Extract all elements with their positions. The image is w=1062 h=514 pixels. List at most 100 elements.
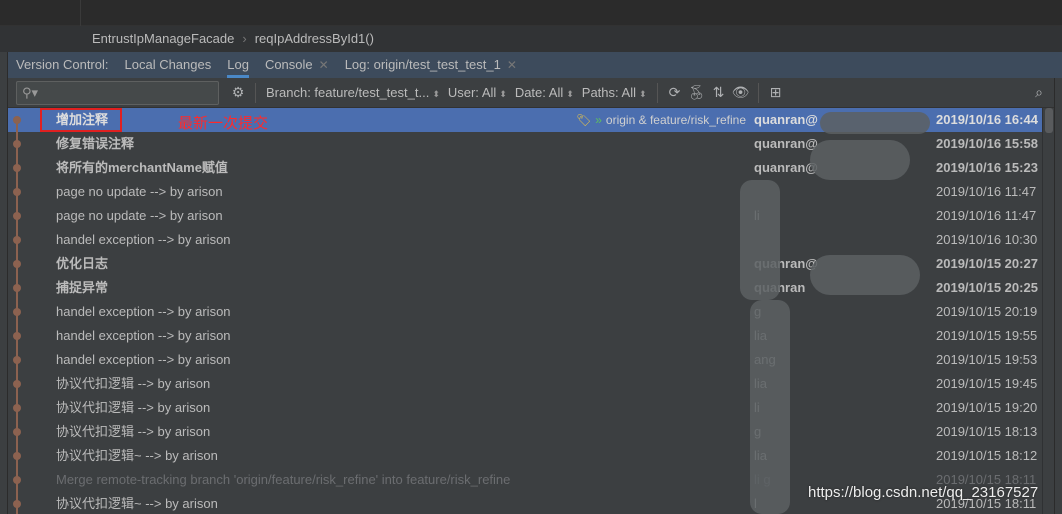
commit-message: page no update --> by arison <box>56 184 223 199</box>
branch-filter[interactable]: Branch: feature/test_test_t... ⬍ <box>266 85 440 100</box>
commit-date: 2019/10/16 15:58 <box>936 136 1038 151</box>
breadcrumb-class[interactable]: EntrustIpManageFacade <box>92 31 234 46</box>
updown-icon: ⬍ <box>566 89 574 99</box>
date-filter[interactable]: Date: All ⬍ <box>515 85 574 100</box>
commit-date: 2019/10/15 19:20 <box>936 400 1038 415</box>
commit-message: handel exception --> by arison <box>56 328 231 343</box>
commit-message: 协议代扣逻辑 --> by arison <box>56 400 211 415</box>
tag-icon: 🏷︎ <box>576 113 592 127</box>
commit-message: 修复错误注释 <box>56 136 135 151</box>
tab-label: Log: origin/test_test_test_1 <box>344 57 501 72</box>
commit-author: quanran@ <box>754 160 818 175</box>
watermark: https://blog.csdn.net/qq_23167527 <box>808 484 1039 501</box>
editor-tab-bar <box>0 0 1062 26</box>
commit-date: 2019/10/15 19:53 <box>936 352 1038 367</box>
commit-row[interactable]: 协议代扣逻辑~ --> by arison lia 2019/10/15 18:… <box>8 444 1042 468</box>
commit-date: 2019/10/16 15:23 <box>936 160 1038 175</box>
search-input[interactable]: ⚲▾ <box>16 80 219 105</box>
commit-date: 2019/10/15 19:45 <box>936 376 1038 391</box>
commit-author: quanran@ <box>754 112 818 127</box>
divider <box>757 82 759 103</box>
divider <box>656 82 658 103</box>
paths-filter-label: Paths: All <box>581 85 636 100</box>
vcs-label: Version Control: <box>8 52 117 78</box>
updown-icon: ⬍ <box>432 89 440 99</box>
commit-message: handel exception --> by arison <box>56 352 231 367</box>
commit-row[interactable]: handel exception --> by arison lia 2019/… <box>8 324 1042 348</box>
branch-arrows-icon: » <box>595 113 602 127</box>
gear-icon[interactable]: ⚙ <box>227 84 249 101</box>
redaction-mark <box>810 140 910 180</box>
commit-row[interactable]: page no update --> by arison 2019/10/16 … <box>8 180 1042 204</box>
commit-date: 2019/10/15 18:12 <box>936 448 1038 463</box>
commit-message: Merge remote-tracking branch 'origin/fea… <box>56 472 511 487</box>
commit-date: 2019/10/15 20:19 <box>936 304 1038 319</box>
tab-local-changes[interactable]: Local Changes <box>117 52 220 78</box>
search-icon: ⚲▾ <box>22 84 39 100</box>
refs-label: origin & feature/risk_refine <box>605 113 746 127</box>
commit-message: 协议代扣逻辑 --> by arison <box>56 376 211 391</box>
close-icon[interactable]: ✕ <box>319 52 329 78</box>
commit-message: page no update --> by arison <box>56 208 223 223</box>
annotation-box <box>40 108 122 132</box>
user-filter[interactable]: User: All ⬍ <box>448 85 507 100</box>
commit-message: 捕捉异常 <box>56 280 109 295</box>
commit-date: 2019/10/15 20:25 <box>936 280 1038 295</box>
commit-row[interactable]: page no update --> by arison li 2019/10/… <box>8 204 1042 228</box>
paths-filter[interactable]: Paths: All ⬍ <box>582 85 647 100</box>
date-filter-label: Date: All <box>514 85 564 100</box>
eye-icon[interactable]: 👁︎ <box>730 84 752 101</box>
refresh-icon[interactable]: ⟳ <box>664 84 686 101</box>
close-icon[interactable]: ✕ <box>507 52 517 78</box>
new-tab-icon[interactable]: ⊞ <box>765 84 787 101</box>
commit-date: 2019/10/16 10:30 <box>936 232 1038 247</box>
commit-message: handel exception --> by arison <box>56 304 231 319</box>
commit-date: 2019/10/15 20:27 <box>936 256 1038 271</box>
redaction-mark <box>820 112 930 134</box>
breadcrumb: EntrustIpManageFacade › reqIpAddressById1(… <box>0 26 1062 52</box>
left-tool-strip <box>0 52 8 514</box>
redaction-mark <box>750 300 790 514</box>
commit-row[interactable]: handel exception --> by arison ang 2019/… <box>8 348 1042 372</box>
scrollbar-thumb[interactable] <box>1045 108 1053 133</box>
commit-graph-line <box>16 120 18 514</box>
sort-icon[interactable]: ⇅ <box>708 84 730 101</box>
vcs-tab-bar: Version Control: Local Changes Log Conso… <box>8 52 1062 78</box>
cherry-pick-icon[interactable]: 🍒︎ <box>686 84 708 101</box>
divider <box>255 82 256 103</box>
breadcrumb-method[interactable]: reqIpAddressById1() <box>255 31 374 46</box>
commit-author: quanran@ <box>754 136 818 151</box>
tab-log[interactable]: Log <box>219 52 257 78</box>
commit-message: 协议代扣逻辑 --> by arison <box>56 424 211 439</box>
branch-filter-label: Branch: feature/test_test_t... <box>266 85 430 100</box>
updown-icon: ⬍ <box>638 89 647 99</box>
commit-date: 2019/10/15 18:13 <box>936 424 1038 439</box>
chevron-right-icon: › <box>242 31 247 46</box>
commit-row[interactable]: 协议代扣逻辑 --> by arison g 2019/10/15 18:13 <box>8 420 1042 444</box>
commit-row[interactable]: handel exception --> by arison g 2019/10… <box>8 300 1042 324</box>
commit-date: 2019/10/15 19:55 <box>936 328 1038 343</box>
commit-date: 2019/10/16 11:47 <box>936 184 1037 199</box>
vcs-label-text: Version Control: <box>16 57 109 72</box>
vertical-scrollbar[interactable] <box>1042 108 1054 514</box>
tab-console[interactable]: Console ✕ <box>257 52 337 78</box>
annotation-text: 最新一次提交 <box>178 115 269 132</box>
branch-refs: 🏷︎» origin & feature/risk_refine <box>576 108 746 132</box>
search-icon[interactable]: ⌕ <box>1028 84 1050 101</box>
user-filter-label: User: All <box>447 85 497 100</box>
commit-date: 2019/10/16 16:44 <box>936 112 1038 127</box>
right-tool-strip <box>1054 78 1062 514</box>
tab-label: Console <box>264 57 313 72</box>
commit-row[interactable]: 协议代扣逻辑 --> by arison li 2019/10/15 19:20 <box>8 396 1042 420</box>
commit-row[interactable]: 协议代扣逻辑 --> by arison lia 2019/10/15 19:4… <box>8 372 1042 396</box>
redaction-mark <box>810 255 920 295</box>
tab-log-origin[interactable]: Log: origin/test_test_test_1 ✕ <box>337 52 525 78</box>
commit-message: 将所有的merchantName赋值 <box>56 160 228 175</box>
redaction-mark <box>740 180 780 300</box>
commit-row[interactable]: handel exception --> by arison 2019/10/1… <box>8 228 1042 252</box>
log-toolbar: ⚲▾ ⚙ Branch: feature/test_test_t... ⬍ Use… <box>8 78 1054 108</box>
commit-message: handel exception --> by arison <box>56 232 231 247</box>
commit-message: 协议代扣逻辑~ --> by arison <box>56 448 218 463</box>
tab-label: Log <box>227 57 249 72</box>
updown-icon: ⬍ <box>499 89 507 99</box>
